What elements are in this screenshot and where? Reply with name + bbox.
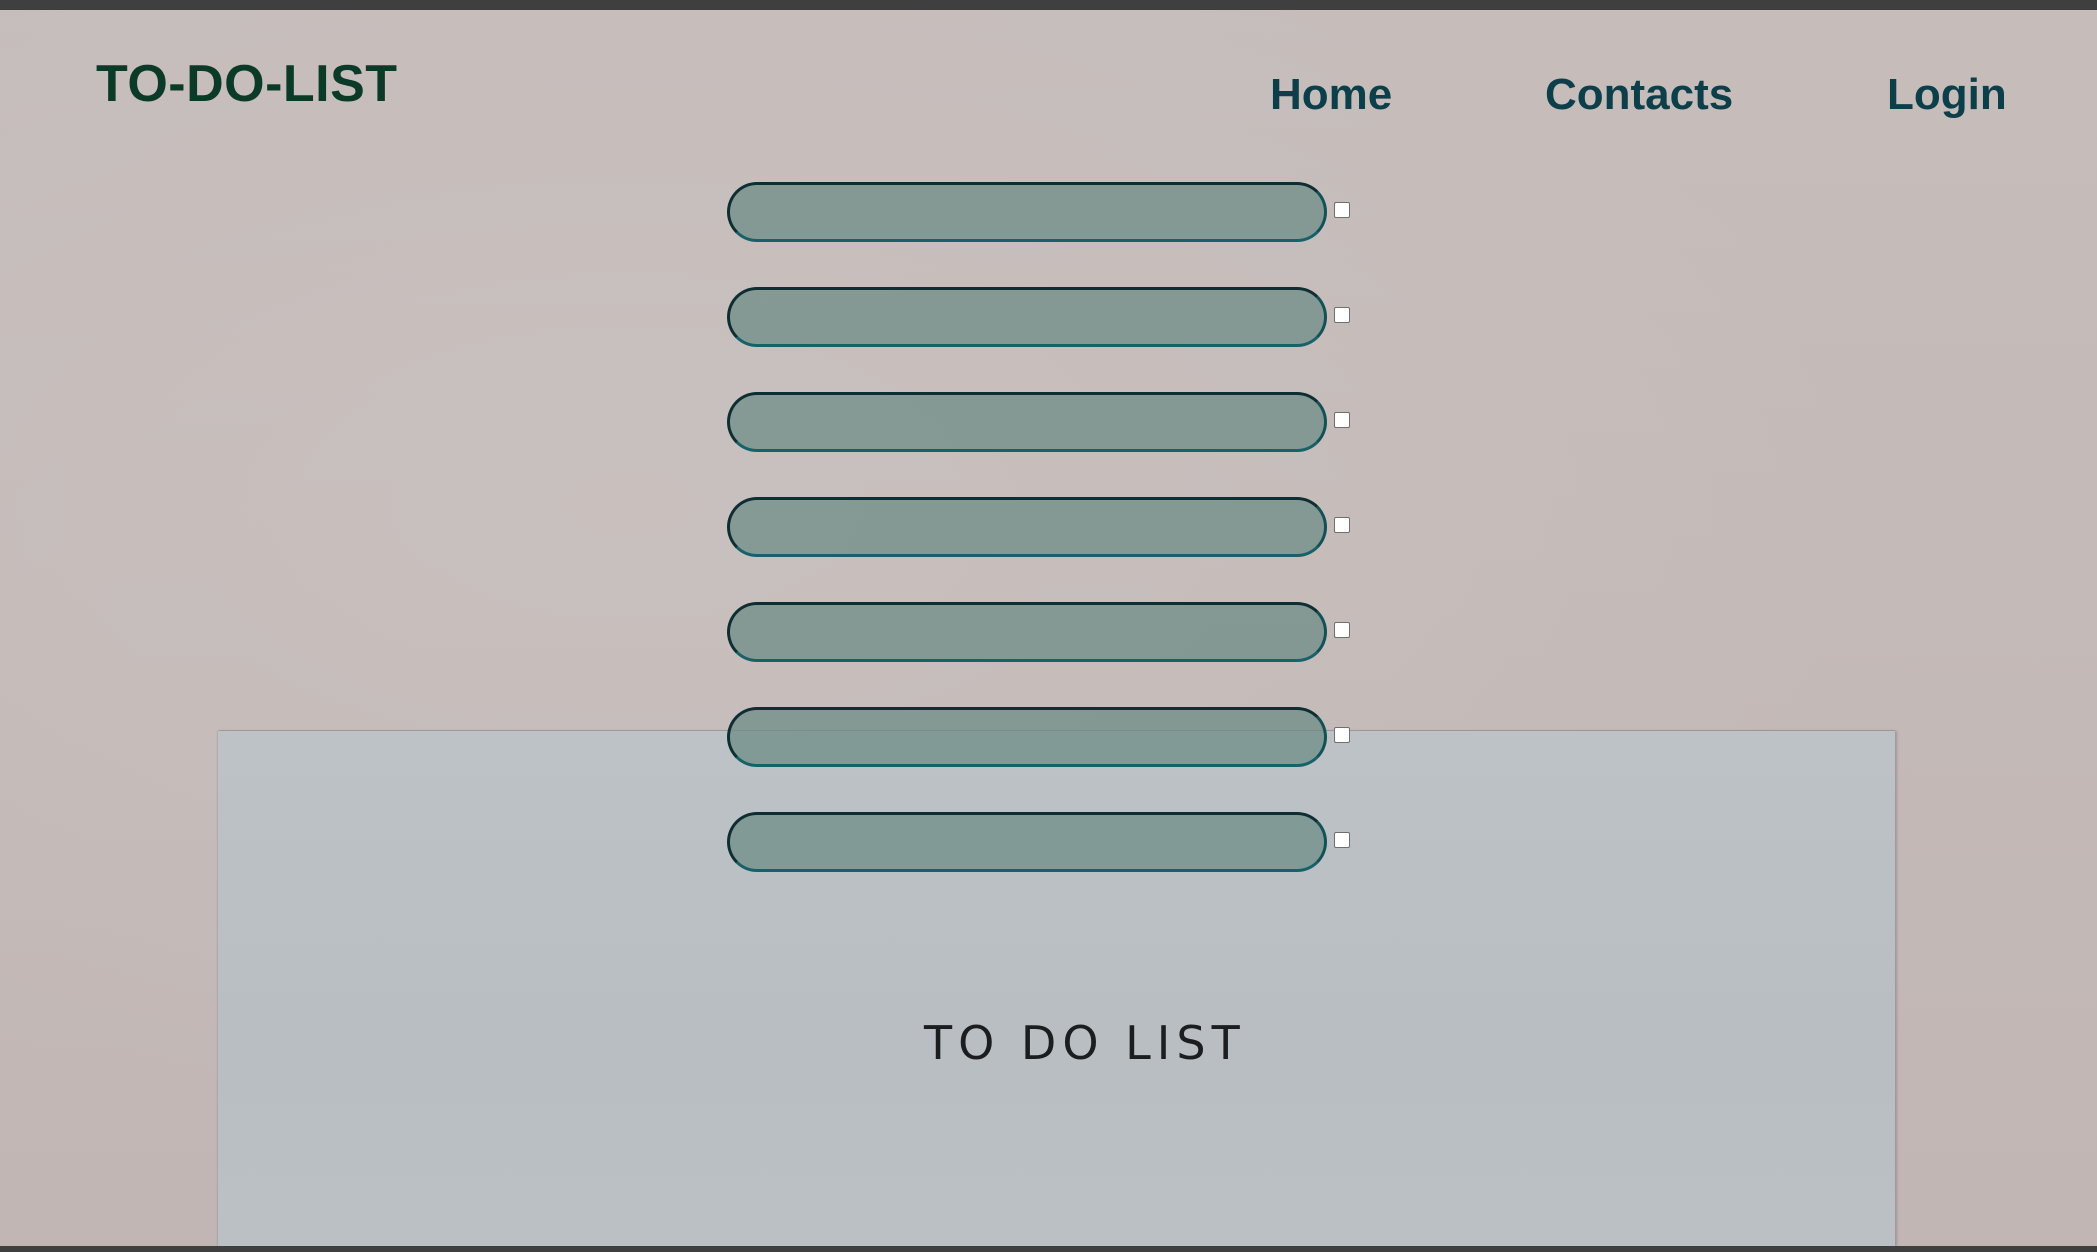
task-input-4[interactable] xyxy=(727,497,1327,557)
task-row xyxy=(727,812,1367,872)
task-input-5[interactable] xyxy=(727,602,1327,662)
task-checkbox-7[interactable] xyxy=(1334,832,1350,848)
task-row xyxy=(727,287,1367,347)
task-checkbox-5[interactable] xyxy=(1334,622,1350,638)
nav-link-login[interactable]: Login xyxy=(1887,70,2007,120)
task-checkbox-2[interactable] xyxy=(1334,307,1350,323)
background-paper-text: TO DO LIST xyxy=(924,1016,1246,1070)
task-checkbox-6[interactable] xyxy=(1334,727,1350,743)
nav-link-home[interactable]: Home xyxy=(1270,70,1392,120)
window-bottom-border xyxy=(0,1246,2097,1252)
task-input-3[interactable] xyxy=(727,392,1327,452)
task-checkbox-4[interactable] xyxy=(1334,517,1350,533)
task-checkbox-3[interactable] xyxy=(1334,412,1350,428)
task-row xyxy=(727,392,1367,452)
task-checkbox-1[interactable] xyxy=(1334,202,1350,218)
task-row xyxy=(727,497,1367,557)
task-input-2[interactable] xyxy=(727,287,1327,347)
nav-link-contacts[interactable]: Contacts xyxy=(1545,70,1733,120)
window-top-border xyxy=(0,0,2097,10)
task-input-6[interactable] xyxy=(727,707,1327,767)
task-row xyxy=(727,707,1367,767)
task-input-7[interactable] xyxy=(727,812,1327,872)
task-row xyxy=(727,602,1367,662)
background-paper-sheet xyxy=(218,731,1895,1246)
task-row xyxy=(727,182,1367,242)
site-logo: TO-DO-LIST xyxy=(96,55,398,113)
task-input-1[interactable] xyxy=(727,182,1327,242)
